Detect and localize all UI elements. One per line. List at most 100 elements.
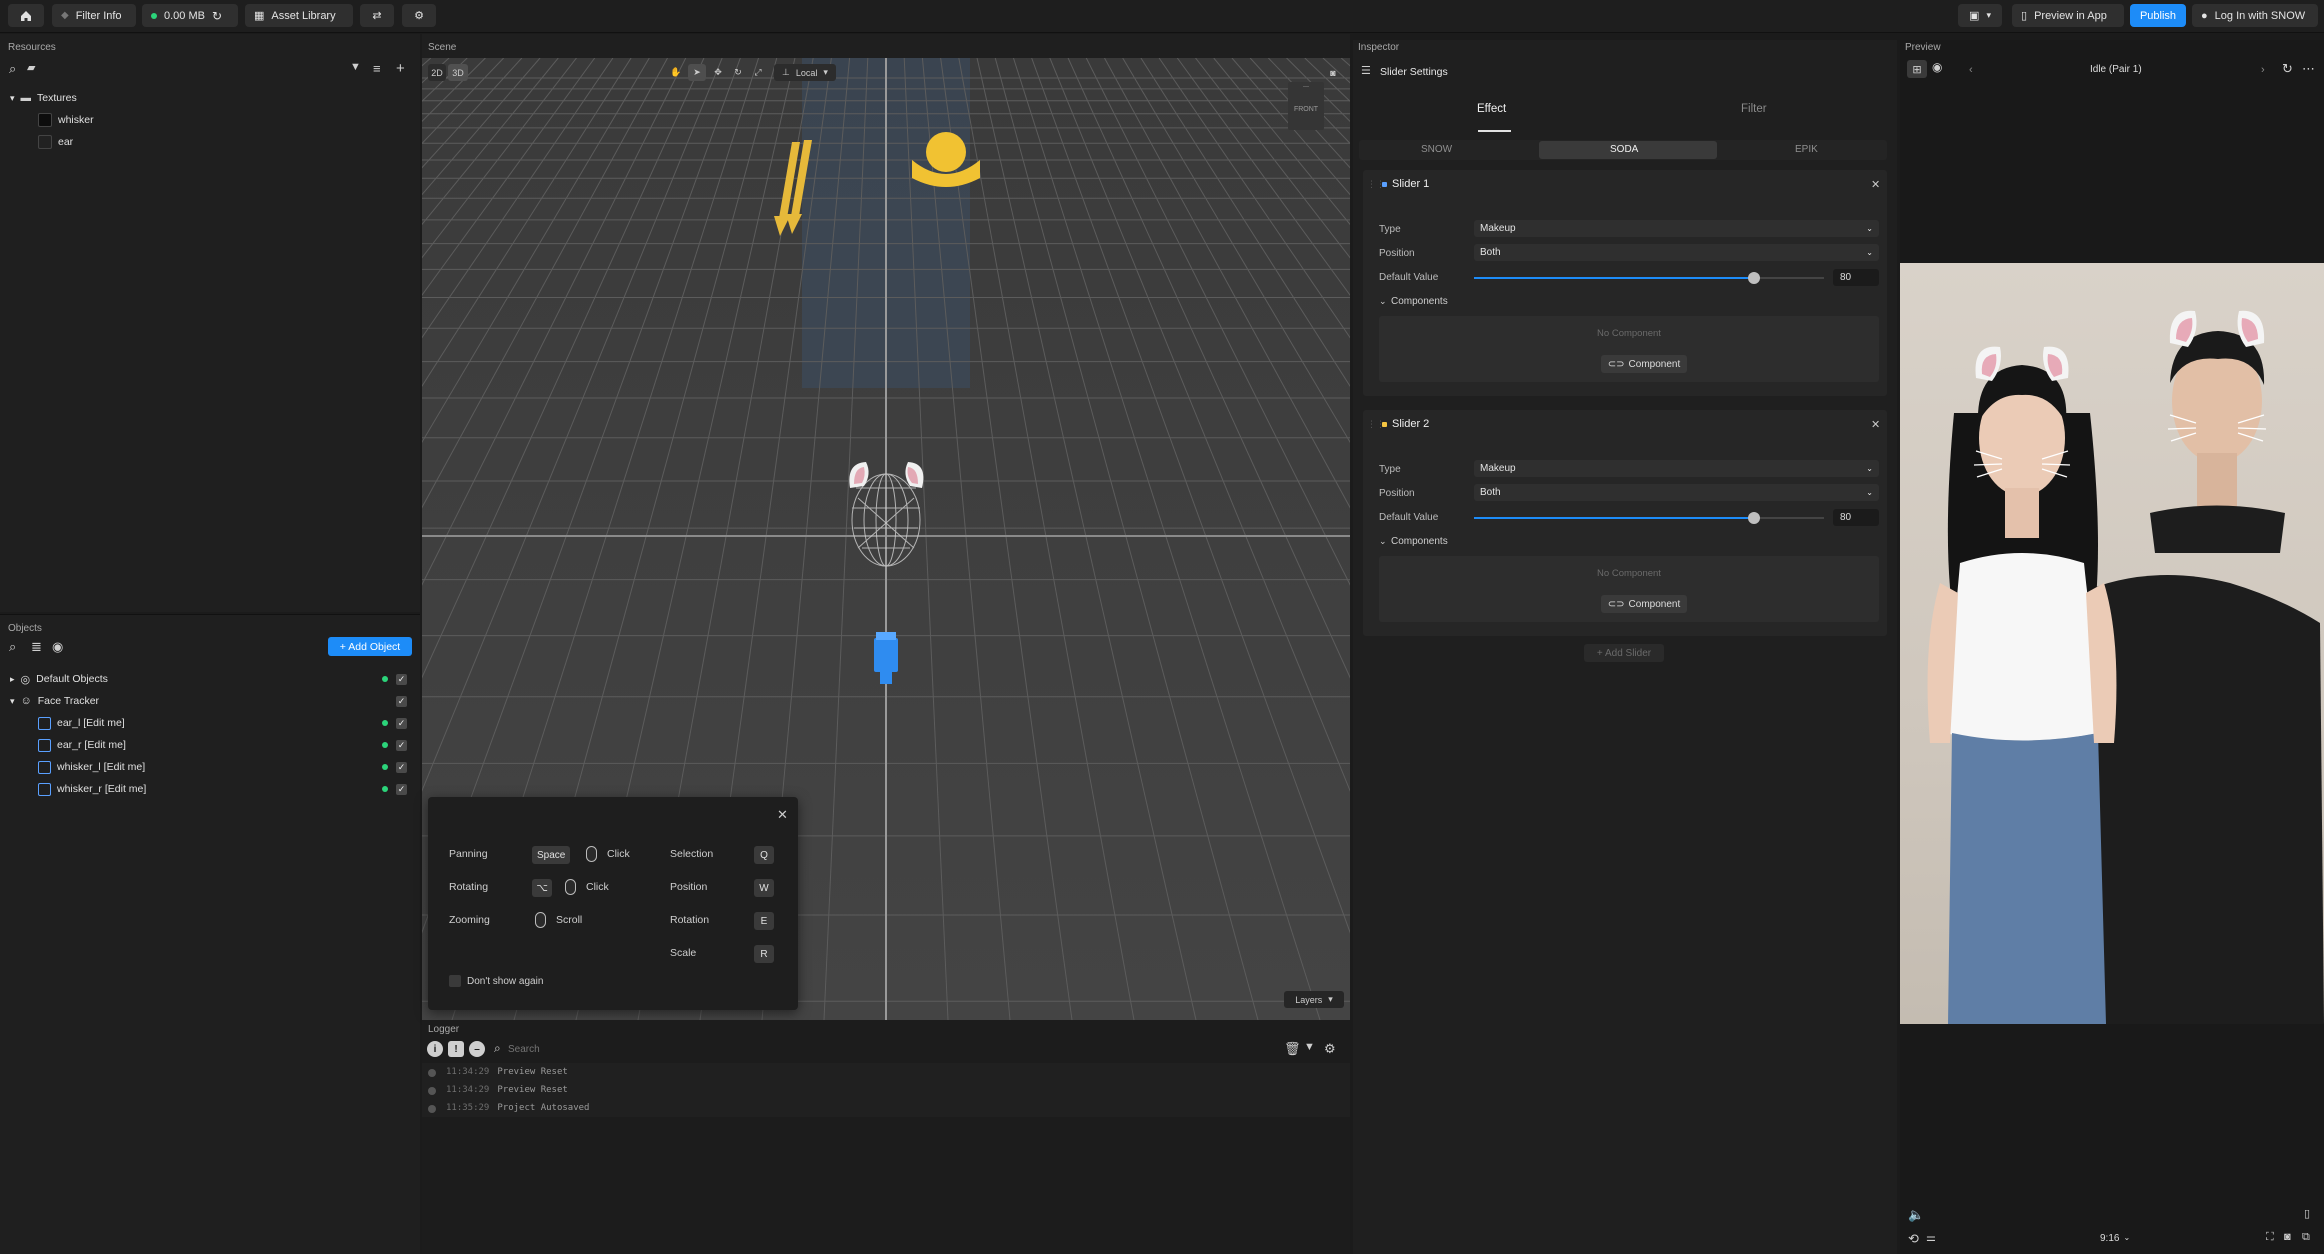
refresh-icon[interactable]: ↻ <box>2282 61 2293 77</box>
chevron-down-icon[interactable]: ⌄ <box>1379 536 1387 547</box>
settings-button[interactable]: ⚙ <box>402 4 436 27</box>
home-button[interactable] <box>8 4 44 27</box>
resource-item[interactable]: ear <box>38 132 73 152</box>
info-icon[interactable]: i <box>427 1041 443 1057</box>
face-icon: ☺ <box>20 695 32 707</box>
visibility-checkbox[interactable]: ✓ <box>396 762 407 773</box>
add-component-button[interactable]: ⊂⊃ Component <box>1601 355 1687 373</box>
webcam-icon[interactable]: ◉ <box>1932 60 1942 74</box>
platform-soda[interactable]: SODA <box>1610 144 1638 155</box>
slider-name: Slider 1 <box>1392 178 1430 190</box>
close-icon[interactable]: ✕ <box>777 807 788 823</box>
mode-2d-button[interactable]: 2D <box>428 64 446 81</box>
filter-icon[interactable]: ▼ <box>1304 1041 1315 1053</box>
default-value-input[interactable]: 80 <box>1833 509 1879 526</box>
visibility-checkbox[interactable]: ✓ <box>396 718 407 729</box>
record-icon[interactable]: ◙ <box>2284 1231 2291 1243</box>
object-row[interactable]: whisker_r [Edit me] <box>38 779 146 799</box>
error-icon[interactable]: – <box>469 1041 485 1057</box>
default-value-slider[interactable] <box>1474 272 1824 284</box>
view-cube[interactable]: — FRONT <box>1288 82 1324 130</box>
publish-button[interactable]: Publish <box>2130 4 2186 27</box>
add-component-button[interactable]: ⊂⊃ Component <box>1601 595 1687 613</box>
slider-thumb[interactable] <box>1748 512 1760 524</box>
search-icon[interactable]: ⌕ <box>9 639 16 655</box>
tab-filter[interactable]: Filter <box>1741 103 1767 115</box>
status-dot <box>382 676 388 682</box>
adjust-icon[interactable]: ⚌ <box>1926 1231 1936 1244</box>
select-tool[interactable]: ➤ <box>688 64 706 81</box>
eye-icon[interactable]: ◉ <box>52 639 63 655</box>
asset-library-button[interactable]: ▦ Asset Library <box>245 4 353 27</box>
visibility-checkbox[interactable]: ✓ <box>396 740 407 751</box>
popout-icon[interactable]: ⧉ <box>2302 1231 2310 1244</box>
login-label: Log In with SNOW <box>2214 9 2306 22</box>
type-select[interactable]: Makeup ⌄ <box>1474 220 1879 237</box>
list-icon[interactable]: ≣ <box>31 639 42 655</box>
platform-snow[interactable]: SNOW <box>1421 144 1452 155</box>
filter-icon[interactable]: ▼ <box>350 61 361 73</box>
search-icon[interactable]: ⌕ <box>9 61 16 77</box>
chevron-left-icon[interactable]: ‹ <box>1969 64 1973 76</box>
warning-icon[interactable]: ! <box>448 1041 464 1057</box>
object-row[interactable]: whisker_l [Edit me] <box>38 757 145 777</box>
rotate-tool[interactable]: ↻ <box>730 64 746 81</box>
platform-epik[interactable]: EPIK <box>1795 144 1818 155</box>
object-row-default[interactable]: ▸ ◎ Default Objects <box>10 669 108 689</box>
tree-folder-textures[interactable]: ▾ ▬ Textures <box>10 88 77 108</box>
new-folder-icon[interactable]: ▰ <box>27 61 35 74</box>
sprite-icon <box>38 760 51 774</box>
hand-tool[interactable]: ✋ <box>668 64 684 81</box>
camera-button[interactable]: ◙ <box>1324 64 1342 81</box>
share-button[interactable]: ⇄ <box>360 4 394 27</box>
fullscreen-icon[interactable]: ⛶ <box>2266 1231 2274 1244</box>
tab-effect[interactable]: Effect <box>1477 103 1506 115</box>
chevron-right-icon[interactable]: › <box>2261 64 2265 76</box>
gear-icon[interactable]: ⚙ <box>1324 1041 1336 1057</box>
volume-icon[interactable]: 🔈 <box>1908 1207 1924 1223</box>
close-icon[interactable]: ✕ <box>1871 178 1880 191</box>
object-row-face-tracker[interactable]: ▾ ☺ Face Tracker <box>10 691 99 711</box>
scale-tool[interactable]: ⤢ <box>750 64 766 81</box>
add-icon[interactable]: + <box>396 60 405 77</box>
add-object-button[interactable]: + Add Object <box>328 637 412 656</box>
login-button[interactable]: ● Log In with SNOW <box>2192 4 2318 27</box>
layout-icon: ▣ <box>1969 10 1980 22</box>
sidebar-icon[interactable]: ▯ <box>2304 1207 2310 1220</box>
dont-show-checkbox[interactable] <box>449 975 461 987</box>
visibility-checkbox[interactable]: ✓ <box>396 784 407 795</box>
space-dropdown[interactable]: ⊥ Local ▾ <box>774 64 836 81</box>
default-value-slider[interactable] <box>1474 512 1824 524</box>
close-icon[interactable]: ✕ <box>1871 418 1880 431</box>
move-tool[interactable]: ✥ <box>710 64 726 81</box>
status-dot <box>382 786 388 792</box>
grid-icon: ▦ <box>254 10 265 22</box>
type-select[interactable]: Makeup ⌄ <box>1474 460 1879 477</box>
visibility-checkbox[interactable]: ✓ <box>396 674 407 685</box>
resource-item[interactable]: whisker <box>38 110 94 130</box>
layers-dropdown[interactable]: Layers ▾ <box>1284 991 1344 1008</box>
chevron-down-icon[interactable]: ⌄ <box>1379 296 1387 307</box>
logger-search-input[interactable] <box>508 1040 808 1058</box>
section-title: Slider Settings <box>1380 66 1448 78</box>
visibility-checkbox[interactable]: ✓ <box>396 696 407 707</box>
default-value-input[interactable]: 80 <box>1833 269 1879 286</box>
list-icon[interactable]: ≡ <box>373 61 381 76</box>
object-row[interactable]: ear_l [Edit me] <box>38 713 125 733</box>
slider-thumb[interactable] <box>1748 272 1760 284</box>
ratio-dropdown[interactable]: 9:16 ⌄ <box>2100 1233 2130 1244</box>
mode-3d-button[interactable]: 3D <box>448 64 468 81</box>
object-row[interactable]: ear_r [Edit me] <box>38 735 126 755</box>
camera-switch-icon[interactable]: ⊞ <box>1907 60 1927 78</box>
trash-icon[interactable]: 🗑 <box>1284 1041 1301 1057</box>
add-slider-button[interactable]: + Add Slider <box>1584 644 1664 662</box>
filter-info-button[interactable]: ◆ Filter Info <box>52 4 136 27</box>
position-select[interactable]: Both ⌄ <box>1474 484 1879 501</box>
position-select[interactable]: Both ⌄ <box>1474 244 1879 261</box>
more-icon[interactable]: ⋯ <box>2302 61 2315 77</box>
reset-icon[interactable]: ⟲ <box>1908 1231 1919 1247</box>
slider-card: ⋮⋮ Slider 2 ✕ Type Makeup ⌄ Position Both… <box>1363 410 1887 636</box>
layout-dropdown[interactable]: ▣ ▾ <box>1958 4 2002 27</box>
preview-in-app-button[interactable]: ▯ Preview in App <box>2012 4 2124 27</box>
refresh-icon[interactable]: ↻ <box>212 9 222 23</box>
